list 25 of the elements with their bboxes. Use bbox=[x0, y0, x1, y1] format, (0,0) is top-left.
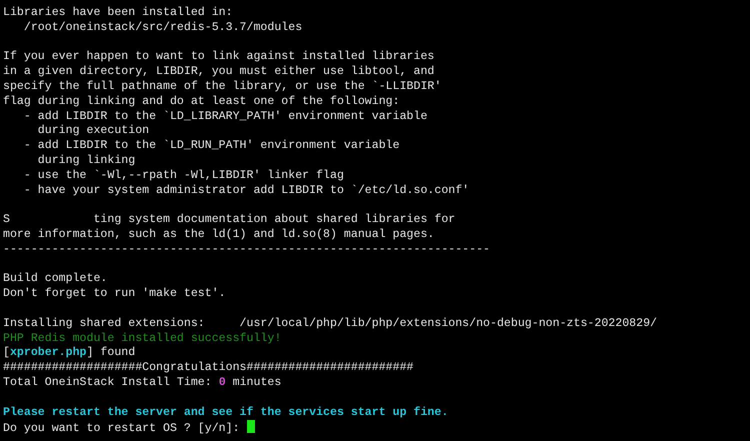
terminal-line: during linking bbox=[36, 154, 136, 169]
terminal-line: S ting system documentation about shared libraries for bbox=[3, 213, 456, 228]
terminal-line: [xprober.php] found bbox=[3, 346, 136, 362]
terminal-line: Build complete. bbox=[3, 272, 108, 288]
cursor-icon bbox=[246, 420, 255, 434]
terminal-line: - have your system administrator add LIBDIR to `/etc/ld.so.conf' bbox=[22, 184, 470, 198]
terminal-line: Libraries have been installed in: bbox=[3, 6, 234, 21]
terminal-line: - add LIBDIR to the `LD_LIBRARY_PATH' environment variable bbox=[22, 110, 428, 124]
notice-message: Please restart the server and see if the services start up fine. bbox=[3, 406, 450, 420]
terminal-line: If you ever happen to want to link against installed libraries bbox=[3, 50, 436, 66]
terminal-line: specify the full pathname of the library, or use the `-LLIBDIR' bbox=[3, 80, 442, 95]
terminal-line: /root/oneinstack/src/redis-5.3.7/modules bbox=[22, 20, 304, 36]
terminal-line: ####################Congratulations######################## bbox=[3, 361, 414, 376]
terminal-line: - use the `-Wl,--rpath -Wl,LIBDIR' linker flag bbox=[22, 168, 345, 184]
terminal-line: Don't forget to run 'make test'. bbox=[3, 287, 227, 302]
terminal-line: more information, such as the ld(1) and ld.so(8) manual pages. bbox=[3, 228, 436, 243]
success-message: PHP Redis module installed successfully! bbox=[3, 332, 282, 346]
terminal-line: - add LIBDIR to the `LD_RUN_PATH' environment variable bbox=[22, 139, 401, 154]
terminal-line: flag during linking and do at least one of the following: bbox=[3, 94, 401, 110]
prompt-text: Do you want to restart OS ? [y/n]: bbox=[3, 422, 241, 438]
terminal-line: in a given directory, LIBDIR, you must either use libtool, and bbox=[3, 65, 436, 80]
terminal-line: Installing shared extensions: /usr/local/php/lib/php/extensions/no-debug-non-zts-20220829/ bbox=[3, 316, 658, 332]
terminal-line: Total OneinStack Install Time: 0 minutes bbox=[3, 376, 282, 391]
terminal-line: during execution bbox=[36, 124, 150, 140]
terminal-line: ---------------------------------------------------------------------- bbox=[3, 242, 492, 258]
